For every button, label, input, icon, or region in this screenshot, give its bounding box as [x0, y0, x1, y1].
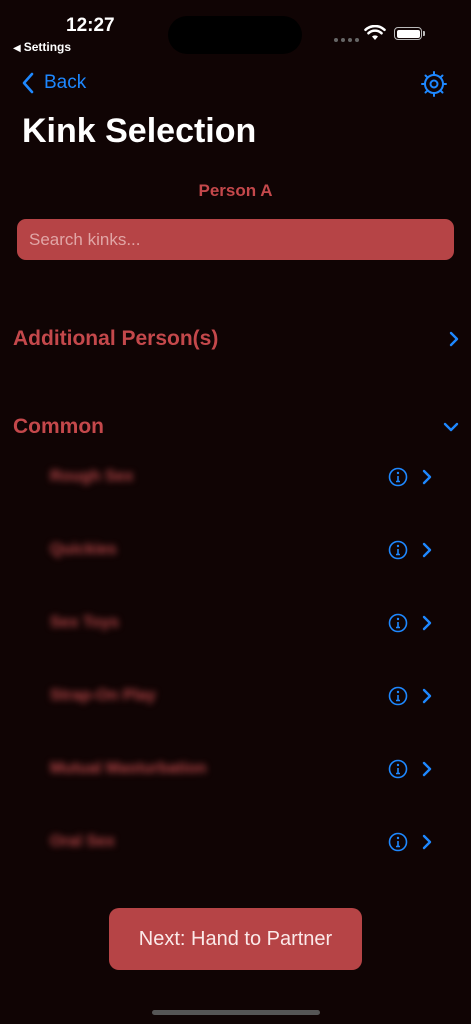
- back-triangle-icon: ◀: [13, 43, 21, 54]
- back-button[interactable]: Back: [22, 72, 86, 94]
- cellular-signal-icon: [334, 38, 359, 42]
- dynamic-island: [168, 16, 302, 54]
- chevron-right-icon: [422, 834, 432, 850]
- chevron-right-icon: [422, 469, 432, 485]
- kink-name: Oral Sex: [50, 833, 115, 850]
- wifi-icon: [364, 25, 386, 40]
- search-field[interactable]: [17, 219, 454, 260]
- section-header-additional-persons[interactable]: Additional Person(s): [13, 324, 463, 354]
- chevron-down-icon: [443, 422, 459, 432]
- info-icon[interactable]: [388, 759, 408, 779]
- list-item[interactable]: Mutual Masturbation: [40, 751, 432, 787]
- kink-name: Rough Sex: [50, 468, 134, 485]
- list-item[interactable]: Rough Sex: [40, 459, 432, 495]
- info-icon[interactable]: [388, 467, 408, 487]
- chevron-right-icon: [422, 688, 432, 704]
- info-icon[interactable]: [388, 613, 408, 633]
- next-hand-to-partner-button[interactable]: Next: Hand to Partner: [109, 908, 362, 970]
- chevron-left-icon: [22, 72, 34, 94]
- person-label: Person A: [198, 181, 273, 200]
- screen: 12:27 ◀ Settings Back Kink Selection Pers…: [0, 0, 471, 1024]
- battery-tip: [423, 31, 425, 36]
- chevron-right-icon: [422, 761, 432, 777]
- status-time: 12:27: [66, 15, 115, 36]
- search-input[interactable]: [27, 228, 444, 251]
- info-icon[interactable]: [388, 540, 408, 560]
- gear-icon[interactable]: [420, 70, 448, 98]
- battery-icon: [394, 27, 422, 40]
- back-label: Back: [44, 72, 87, 93]
- page-title: Kink Selection: [22, 112, 257, 150]
- list-item[interactable]: Oral Sex: [40, 824, 432, 860]
- chevron-right-icon: [449, 331, 459, 347]
- kink-name: Sex Toys: [50, 614, 120, 631]
- kink-name: Mutual Masturbation: [50, 760, 207, 777]
- info-icon[interactable]: [388, 832, 408, 852]
- status-back-to-app[interactable]: ◀ Settings: [13, 40, 71, 54]
- list-item[interactable]: Strap-On Play: [40, 678, 432, 714]
- status-back-app-label: Settings: [23, 40, 72, 54]
- kink-name: Quickies: [50, 541, 117, 558]
- section-label: Common: [13, 415, 104, 438]
- list-item[interactable]: Quickies: [40, 532, 432, 568]
- info-icon[interactable]: [388, 686, 408, 706]
- section-header-common[interactable]: Common: [13, 412, 463, 442]
- home-indicator[interactable]: [152, 1010, 320, 1015]
- kink-name: Strap-On Play: [50, 687, 156, 704]
- list-item[interactable]: Sex Toys: [40, 605, 432, 641]
- chevron-right-icon: [422, 615, 432, 631]
- chevron-right-icon: [422, 542, 432, 558]
- section-label: Additional Person(s): [13, 327, 219, 350]
